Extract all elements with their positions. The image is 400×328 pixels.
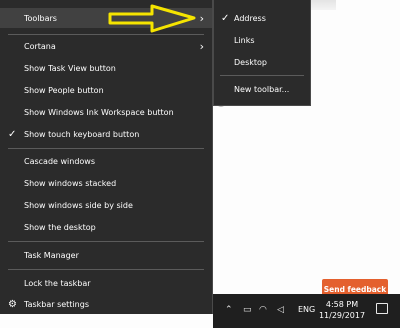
menu-item-label: Taskbar settings — [24, 299, 89, 309]
battery-icon[interactable]: ▭ — [243, 305, 252, 315]
submenu-item-new-toolbar[interactable]: New toolbar... — [214, 79, 310, 99]
taskbar: ⌃ ▭ ◠ ◁ ENG 4:58 PM 11/29/2017 — [213, 294, 400, 328]
submenu-item-label: Desktop — [234, 57, 267, 67]
menu-item-label: Task Manager — [24, 250, 79, 260]
wifi-icon[interactable]: ◠ — [259, 305, 267, 315]
taskbar-context-menu: Toolbars › Cortana › Show Task View butt… — [0, 0, 213, 314]
clock-time: 4:58 PM — [325, 300, 359, 309]
menu-item-task-manager[interactable]: Task Manager — [0, 245, 212, 265]
menu-item-label: Show touch keyboard button — [24, 129, 140, 139]
language-indicator[interactable]: ENG — [298, 305, 315, 314]
menu-item-label: Show Windows Ink Workspace button — [24, 107, 174, 117]
menu-item-label: Show People button — [24, 85, 104, 95]
notification-center-icon[interactable] — [376, 303, 388, 314]
submenu-item-address[interactable]: ✓ Address — [214, 8, 310, 28]
menu-item-label: Show windows side by side — [24, 200, 133, 210]
clock-date: 11/29/2017 — [318, 311, 366, 320]
menu-item-toolbars[interactable]: Toolbars › — [0, 8, 212, 28]
checkmark-icon: ✓ — [8, 128, 17, 140]
menu-item-show-ink-workspace[interactable]: Show Windows Ink Workspace button — [0, 102, 212, 122]
menu-item-label: Cascade windows — [24, 156, 96, 166]
submenu-item-label: Address — [234, 13, 266, 23]
clock[interactable]: 4:58 PM 11/29/2017 — [318, 299, 366, 321]
menu-item-label: Show Task View button — [24, 63, 116, 73]
volume-icon[interactable]: ◁ — [277, 305, 284, 315]
menu-item-label: Show windows stacked — [24, 178, 117, 188]
toolbars-submenu: ✓ Address Links Desktop New toolbar... — [213, 0, 311, 106]
submenu-separator — [220, 75, 304, 76]
submenu-item-desktop[interactable]: Desktop — [214, 52, 310, 72]
menu-item-label: Cortana — [24, 41, 56, 51]
submenu-item-label: New toolbar... — [234, 84, 290, 94]
menu-separator — [8, 269, 204, 270]
menu-item-show-touch-keyboard[interactable]: ✓ Show touch keyboard button — [0, 124, 212, 144]
menu-item-show-desktop[interactable]: Show the desktop — [0, 217, 212, 237]
submenu-item-links[interactable]: Links — [214, 30, 310, 50]
menu-item-windows-side-by-side[interactable]: Show windows side by side — [0, 195, 212, 215]
menu-item-label: Toolbars — [24, 13, 57, 23]
menu-separator — [8, 34, 204, 35]
menu-item-cascade-windows[interactable]: Cascade windows — [0, 151, 212, 171]
checkmark-icon: ✓ — [221, 12, 230, 24]
chevron-right-icon: › — [199, 39, 204, 53]
chevron-right-icon: › — [199, 11, 204, 25]
menu-item-show-task-view[interactable]: Show Task View button — [0, 58, 212, 78]
menu-item-show-people[interactable]: Show People button — [0, 80, 212, 100]
submenu-item-label: Links — [234, 35, 255, 45]
chevron-up-icon[interactable]: ⌃ — [225, 305, 233, 315]
menu-item-label: Show the desktop — [24, 222, 96, 232]
gear-icon: ⚙ — [8, 298, 17, 310]
menu-separator — [8, 148, 204, 149]
menu-item-cortana[interactable]: Cortana › — [0, 36, 212, 56]
menu-item-lock-taskbar[interactable]: Lock the taskbar — [0, 273, 212, 293]
menu-separator — [8, 241, 204, 242]
menu-item-windows-stacked[interactable]: Show windows stacked — [0, 173, 212, 193]
menu-item-label: Lock the taskbar — [24, 278, 91, 288]
menu-item-taskbar-settings[interactable]: ⚙ Taskbar settings — [0, 294, 212, 314]
